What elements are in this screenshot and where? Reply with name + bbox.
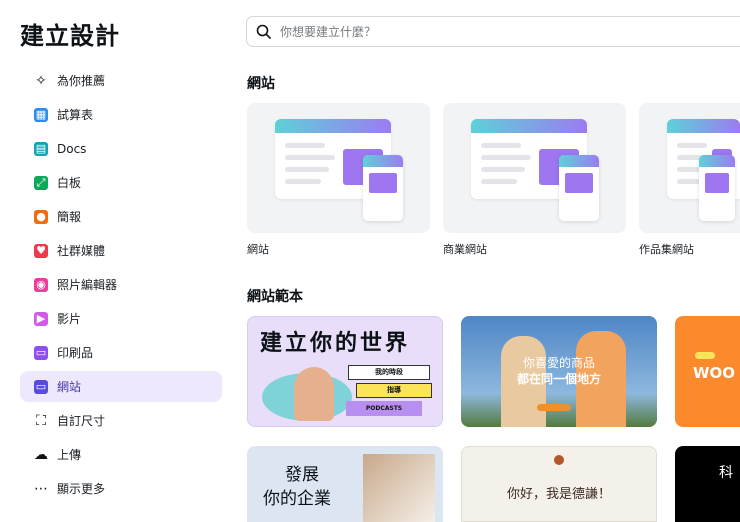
template-button: PODCASTS: [346, 401, 422, 416]
sidebar-item-label: 影片: [57, 312, 82, 326]
sidebar-item-label: 社群媒體: [57, 244, 106, 258]
sidebar-item-label: Docs: [57, 141, 87, 156]
social-media-icon: ♥: [34, 243, 48, 258]
sidebar-item-sparkle[interactable]: ✧ 為你推薦: [20, 65, 222, 96]
template-button: 我的時段: [348, 365, 430, 380]
logo-icon: [554, 455, 564, 465]
sidebar-item-video[interactable]: ▶ 影片: [20, 303, 222, 334]
sidebar-item-label: 網站: [57, 380, 82, 394]
template-card[interactable]: 科: [675, 446, 740, 522]
sidebar-item-label: 上傳: [57, 448, 82, 462]
template-card[interactable]: WOO: [675, 316, 740, 427]
sidebar-nav: ✧ 為你推薦 ▦ 試算表 ▤ Docs ⤢ 白板 ● 簡報 ♥ 社群媒體 ◉ 照片編輯器 ▶ 影片 ▭ 印刷品 ▭ 網…: [20, 65, 222, 507]
template-card[interactable]: 你好，我是德謙！: [461, 446, 657, 522]
phone-mockup: [363, 155, 403, 221]
sidebar-item-label: 簡報: [57, 210, 82, 224]
template-title: WOO: [693, 364, 736, 382]
websites-heading: 網站: [247, 76, 275, 92]
website-type-card[interactable]: [443, 103, 626, 233]
docs-icon: ▤: [34, 141, 48, 156]
template-card[interactable]: 發展 你的企業: [247, 446, 443, 522]
sidebar-item-presentation[interactable]: ● 簡報: [20, 201, 222, 232]
website-type-label: 網站: [247, 243, 269, 256]
sidebar-item-label: 自訂尺寸: [57, 414, 106, 428]
sidebar-item-photo-editor[interactable]: ◉ 照片編輯器: [20, 269, 222, 300]
template-title: 發展: [285, 465, 319, 485]
sidebar-item-more[interactable]: ⋯ 顯示更多: [20, 473, 222, 504]
bone-icon: [695, 352, 715, 359]
sidebar-item-label: 印刷品: [57, 346, 94, 360]
search-icon: [256, 24, 272, 39]
presentation-icon: ●: [34, 209, 48, 224]
sidebar-item-docs[interactable]: ▤ Docs: [20, 133, 222, 164]
template-card[interactable]: 你喜愛的商品 都在同一個地方: [461, 316, 657, 427]
sidebar-item-print[interactable]: ▭ 印刷品: [20, 337, 222, 368]
upload-icon: ☁: [34, 446, 48, 463]
spreadsheet-icon: ▦: [34, 107, 48, 122]
template-title: 你好，我是德謙！: [506, 487, 611, 502]
phone-mockup: [699, 155, 735, 221]
sidebar-item-label: 照片編輯器: [57, 278, 118, 292]
sidebar-item-social-media[interactable]: ♥ 社群媒體: [20, 235, 222, 266]
page-title: 建立設計: [20, 22, 120, 50]
whiteboard-icon: ⤢: [34, 175, 48, 190]
sidebar-item-label: 白板: [57, 176, 82, 190]
sidebar-item-label: 為你推薦: [57, 74, 106, 88]
sidebar-item-whiteboard[interactable]: ⤢ 白板: [20, 167, 222, 198]
search-input[interactable]: 你想要建立什麼？: [246, 16, 740, 47]
website-type-card[interactable]: [247, 103, 430, 233]
search-placeholder: 你想要建立什麼？: [280, 25, 377, 39]
template-photo-face: [294, 367, 334, 421]
video-icon: ▶: [34, 311, 48, 326]
template-subtitle: 都在同一個地方: [516, 372, 601, 386]
website-icon: ▭: [34, 379, 48, 394]
template-subtitle: 你的企業: [263, 489, 331, 509]
sidebar-item-custom-size[interactable]: ⛶ 自訂尺寸: [20, 405, 222, 436]
template-title: 科: [719, 465, 733, 481]
template-cta: [537, 404, 571, 411]
template-card[interactable]: 建立你的世界 我的時段 指導 PODCASTS: [247, 316, 443, 427]
more-icon: ⋯: [34, 480, 48, 497]
photo-editor-icon: ◉: [34, 277, 48, 292]
phone-mockup: [559, 155, 599, 221]
template-title: 建立你的世界: [260, 331, 411, 356]
template-button: 指導: [356, 383, 432, 398]
website-type-label: 作品集網站: [639, 243, 694, 256]
templates-heading: 網站範本: [247, 289, 303, 305]
website-type-card[interactable]: [639, 103, 740, 233]
sidebar-item-upload[interactable]: ☁ 上傳: [20, 439, 222, 470]
sidebar-item-label: 試算表: [57, 108, 94, 122]
custom-size-icon: ⛶: [36, 412, 46, 429]
template-title: 你喜愛的商品: [522, 356, 595, 370]
sidebar-item-label: 顯示更多: [57, 482, 106, 496]
sidebar-item-website[interactable]: ▭ 網站: [20, 371, 222, 402]
template-photo: [363, 454, 435, 522]
print-icon: ▭: [34, 345, 48, 360]
sidebar-item-spreadsheet[interactable]: ▦ 試算表: [20, 99, 222, 130]
website-type-label: 商業網站: [443, 243, 487, 256]
sparkle-icon: ✧: [35, 72, 47, 89]
